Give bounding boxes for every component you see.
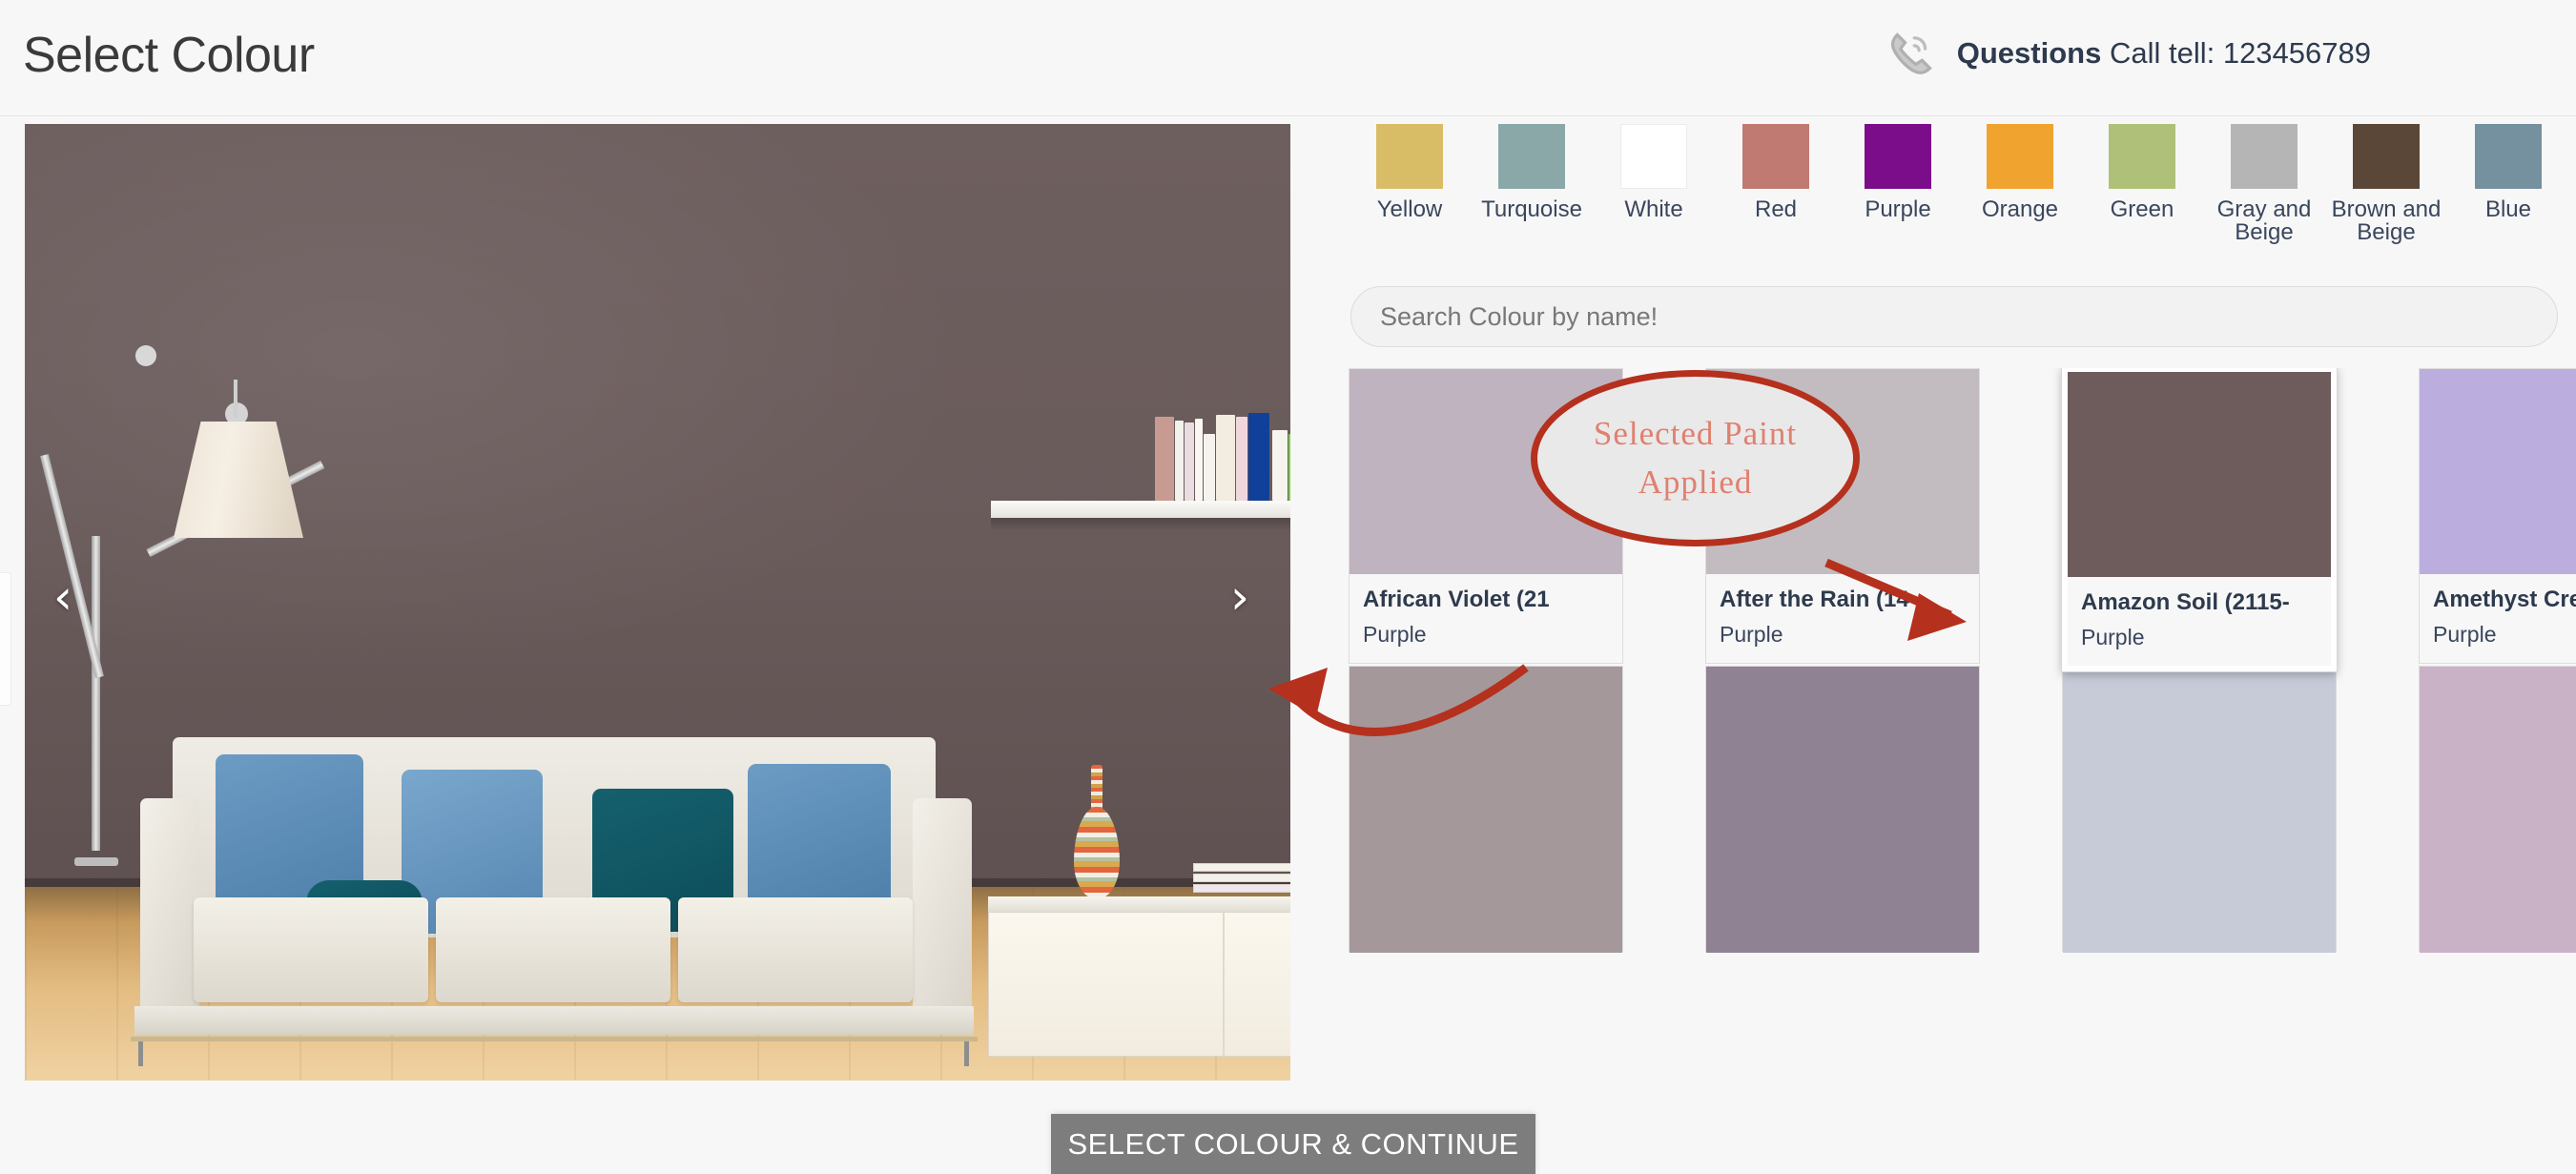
category-label: Brown and Beige [2331,196,2442,245]
colour-card-amethyst-cream[interactable]: Amethyst Cream (20 Purple [2419,368,2576,664]
category-label: White [1624,196,1683,222]
colour-chip [1706,667,1979,953]
category-blue[interactable]: Blue [2447,124,2569,277]
category-label: Turquoise [1481,196,1582,222]
category-label: Blue [2484,196,2532,222]
category-green[interactable]: Green [2081,124,2203,277]
colour-family: Purple [1363,622,1427,647]
sofa [115,720,993,1066]
colour-card-row2-3[interactable] [2062,666,2337,953]
page-header: Select Colour Questions Call tell: 12345… [0,0,2576,116]
colour-card-meta: Amazon Soil (2115- Purple [2068,577,2331,666]
colour-card-row2-1[interactable] [1349,666,1623,953]
category-orange[interactable]: Orange [1959,124,2081,277]
colour-name: African Violet (21 [1363,587,1550,612]
carousel-prev-button[interactable]: ‹ [38,567,88,627]
contact-value: Call tell: 123456789 [2101,36,2371,70]
category-brown-and-beige[interactable]: Brown and Beige [2325,124,2447,277]
colour-card-meta: African Violet (21 Purple [1350,574,1622,663]
category-purple[interactable]: Purple [1837,124,1959,277]
category-label: Gray and Beige [2216,196,2312,245]
colour-chip [2420,667,2576,953]
colour-card-meta: After the Rain (14 Purple [1706,574,1979,663]
category-swatch-turquoise [1498,124,1565,189]
stacked-books [1193,863,1290,897]
colour-chip [2420,369,2576,574]
category-gray-and-beige[interactable]: Gray and Beige [2203,124,2325,277]
category-swatch-gray-and-beige [2231,124,2298,189]
category-red[interactable]: Red [1715,124,1837,277]
side-tab-handle[interactable] [0,572,11,706]
colour-family: Purple [1720,622,1783,647]
search-input[interactable] [1350,286,2558,347]
shelf-books [991,410,1290,501]
contact-text: Questions Call tell: 123456789 [1957,36,2371,71]
colour-family: Purple [2081,625,2145,649]
contact-block: Questions Call tell: 123456789 [1886,29,2371,78]
colour-chip [2063,667,2336,953]
category-turquoise[interactable]: Turquoise [1471,124,1593,277]
category-label: Yellow [1376,196,1443,222]
category-label: Orange [1981,196,2059,222]
contact-label: Questions [1956,36,2102,70]
category-yellow[interactable]: Yellow [1349,124,1471,277]
category-label: Green [2110,196,2174,222]
annotation-line-1: Selected Paint [1593,414,1798,452]
category-swatch-blue [2475,124,2542,189]
colour-category-strip: Yellow Turquoise White Red Purple Orange… [1331,124,2576,277]
category-swatch-orange [1987,124,2053,189]
colour-selector-panel: Yellow Turquoise White Red Purple Orange… [1331,116,2576,1081]
category-swatch-purple [1865,124,1931,189]
category-swatch-green [2109,124,2175,189]
category-swatch-yellow [1376,124,1443,189]
category-swatch-red [1742,124,1809,189]
colour-name: Amazon Soil (2115- [2081,589,2290,615]
colour-family: Purple [2433,622,2497,647]
phone-icon [1886,29,1936,78]
colour-chip [2068,372,2331,577]
colour-card-row2-2[interactable] [1705,666,1980,953]
decor-vase [1074,765,1120,898]
annotation-callout: Selected Paint Applied [1531,370,1860,546]
colour-card-meta: Amethyst Cream (20 Purple [2420,574,2576,663]
sideboard [988,896,1290,1063]
colour-name: Amethyst Cream (20 [2433,587,2576,612]
category-label: Red [1754,196,1798,222]
annotation-line-2: Applied [1638,463,1753,501]
page-title: Select Colour [23,28,315,83]
room-preview[interactable]: ‹ › [25,124,1290,1081]
category-white[interactable]: White [1593,124,1715,277]
colour-card-row2-4[interactable] [2419,666,2576,953]
category-swatch-brown-and-beige [2353,124,2420,189]
select-colour-continue-button[interactable]: SELECT COLOUR & CONTINUE [1051,1114,1535,1174]
colour-chip [1350,667,1622,953]
colour-name: After the Rain (14 [1720,587,1909,612]
category-swatch-white [1620,124,1687,189]
category-label: Purple [1865,196,1931,222]
colour-card-amazon-soil[interactable]: Amazon Soil (2115- Purple [2061,368,2338,672]
carousel-next-button[interactable]: › [1215,567,1265,627]
